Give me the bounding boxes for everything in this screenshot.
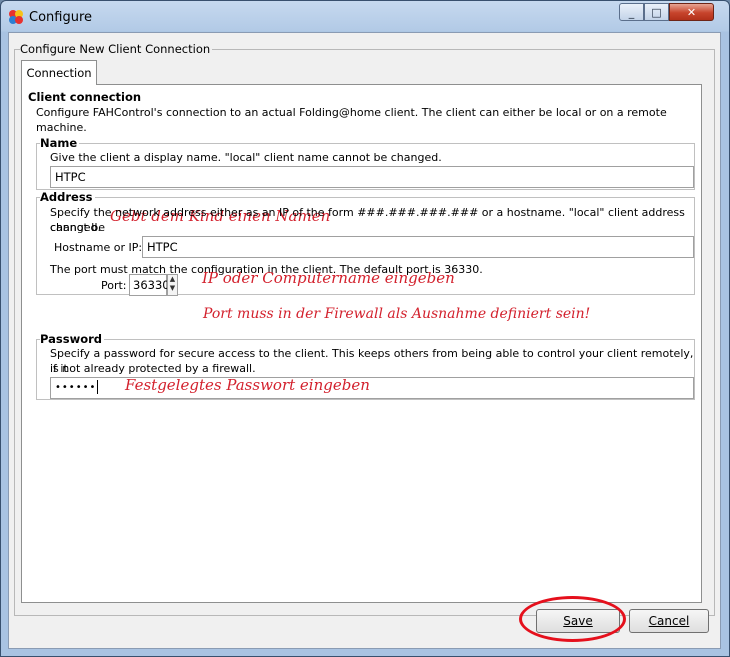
client-connection-desc-2: machine. bbox=[36, 121, 87, 134]
close-icon: ✕ bbox=[686, 5, 697, 19]
tab-connection[interactable]: Connection bbox=[21, 60, 97, 85]
password-annotation: Festgelegtes Passwort eingeben bbox=[125, 376, 370, 394]
hostname-annotation: IP oder Computername eingeben bbox=[202, 269, 455, 287]
password-section-title: Password bbox=[40, 332, 104, 346]
port-input[interactable]: 36330 bbox=[129, 274, 170, 296]
name-desc: Give the client a display name. "local" … bbox=[50, 151, 442, 164]
hostname-input[interactable]: HTPC bbox=[142, 236, 694, 258]
maximize-icon: □ bbox=[651, 5, 662, 19]
group-title: Configure New Client Connection bbox=[20, 42, 213, 56]
close-button[interactable]: ✕ bbox=[669, 3, 714, 21]
password-desc-2: is not already protected by a firewall. bbox=[50, 362, 256, 375]
maximize-button[interactable]: □ bbox=[644, 3, 669, 21]
dialog-client-area: Configure New Client Connection Connecti… bbox=[8, 32, 721, 649]
minimize-icon: _ bbox=[628, 5, 635, 19]
cancel-button[interactable]: Cancel bbox=[629, 609, 709, 633]
window-title: Configure bbox=[29, 10, 93, 25]
client-connection-desc-1: Configure FAHControl's connection to an … bbox=[36, 106, 667, 119]
hostname-label: Hostname or IP: bbox=[54, 241, 143, 254]
name-section: Name Give the client a display name. "lo… bbox=[36, 136, 695, 190]
address-desc-2: changed. bbox=[50, 221, 101, 234]
client-connection-heading: Client connection bbox=[28, 90, 142, 104]
address-desc-1: Specify the network address either as an… bbox=[50, 206, 685, 234]
configure-window: Configure _ □ ✕ Configure New Client Con… bbox=[0, 0, 730, 657]
password-mask: •••••• bbox=[55, 382, 97, 393]
port-spinner[interactable]: ▲ ▼ bbox=[167, 274, 178, 296]
cancel-button-label: Cancel bbox=[648, 614, 690, 628]
minimize-button[interactable]: _ bbox=[619, 3, 644, 21]
connection-tab-panel: Client connection Configure FAHControl's… bbox=[21, 84, 702, 603]
port-label: Port: bbox=[101, 279, 127, 292]
name-input[interactable]: HTPC bbox=[50, 166, 694, 188]
save-highlight-ellipse bbox=[519, 596, 626, 642]
fahcontrol-app-icon bbox=[9, 10, 23, 24]
port-annotation: Port muss in der Firewall als Ausnahme d… bbox=[203, 306, 591, 322]
spin-down-icon[interactable]: ▼ bbox=[168, 284, 177, 293]
spin-up-icon[interactable]: ▲ bbox=[168, 275, 177, 284]
text-cursor bbox=[97, 380, 99, 394]
title-bar[interactable]: Configure _ □ ✕ bbox=[1, 1, 729, 32]
address-section-title: Address bbox=[40, 190, 95, 204]
name-section-title: Name bbox=[40, 136, 80, 150]
